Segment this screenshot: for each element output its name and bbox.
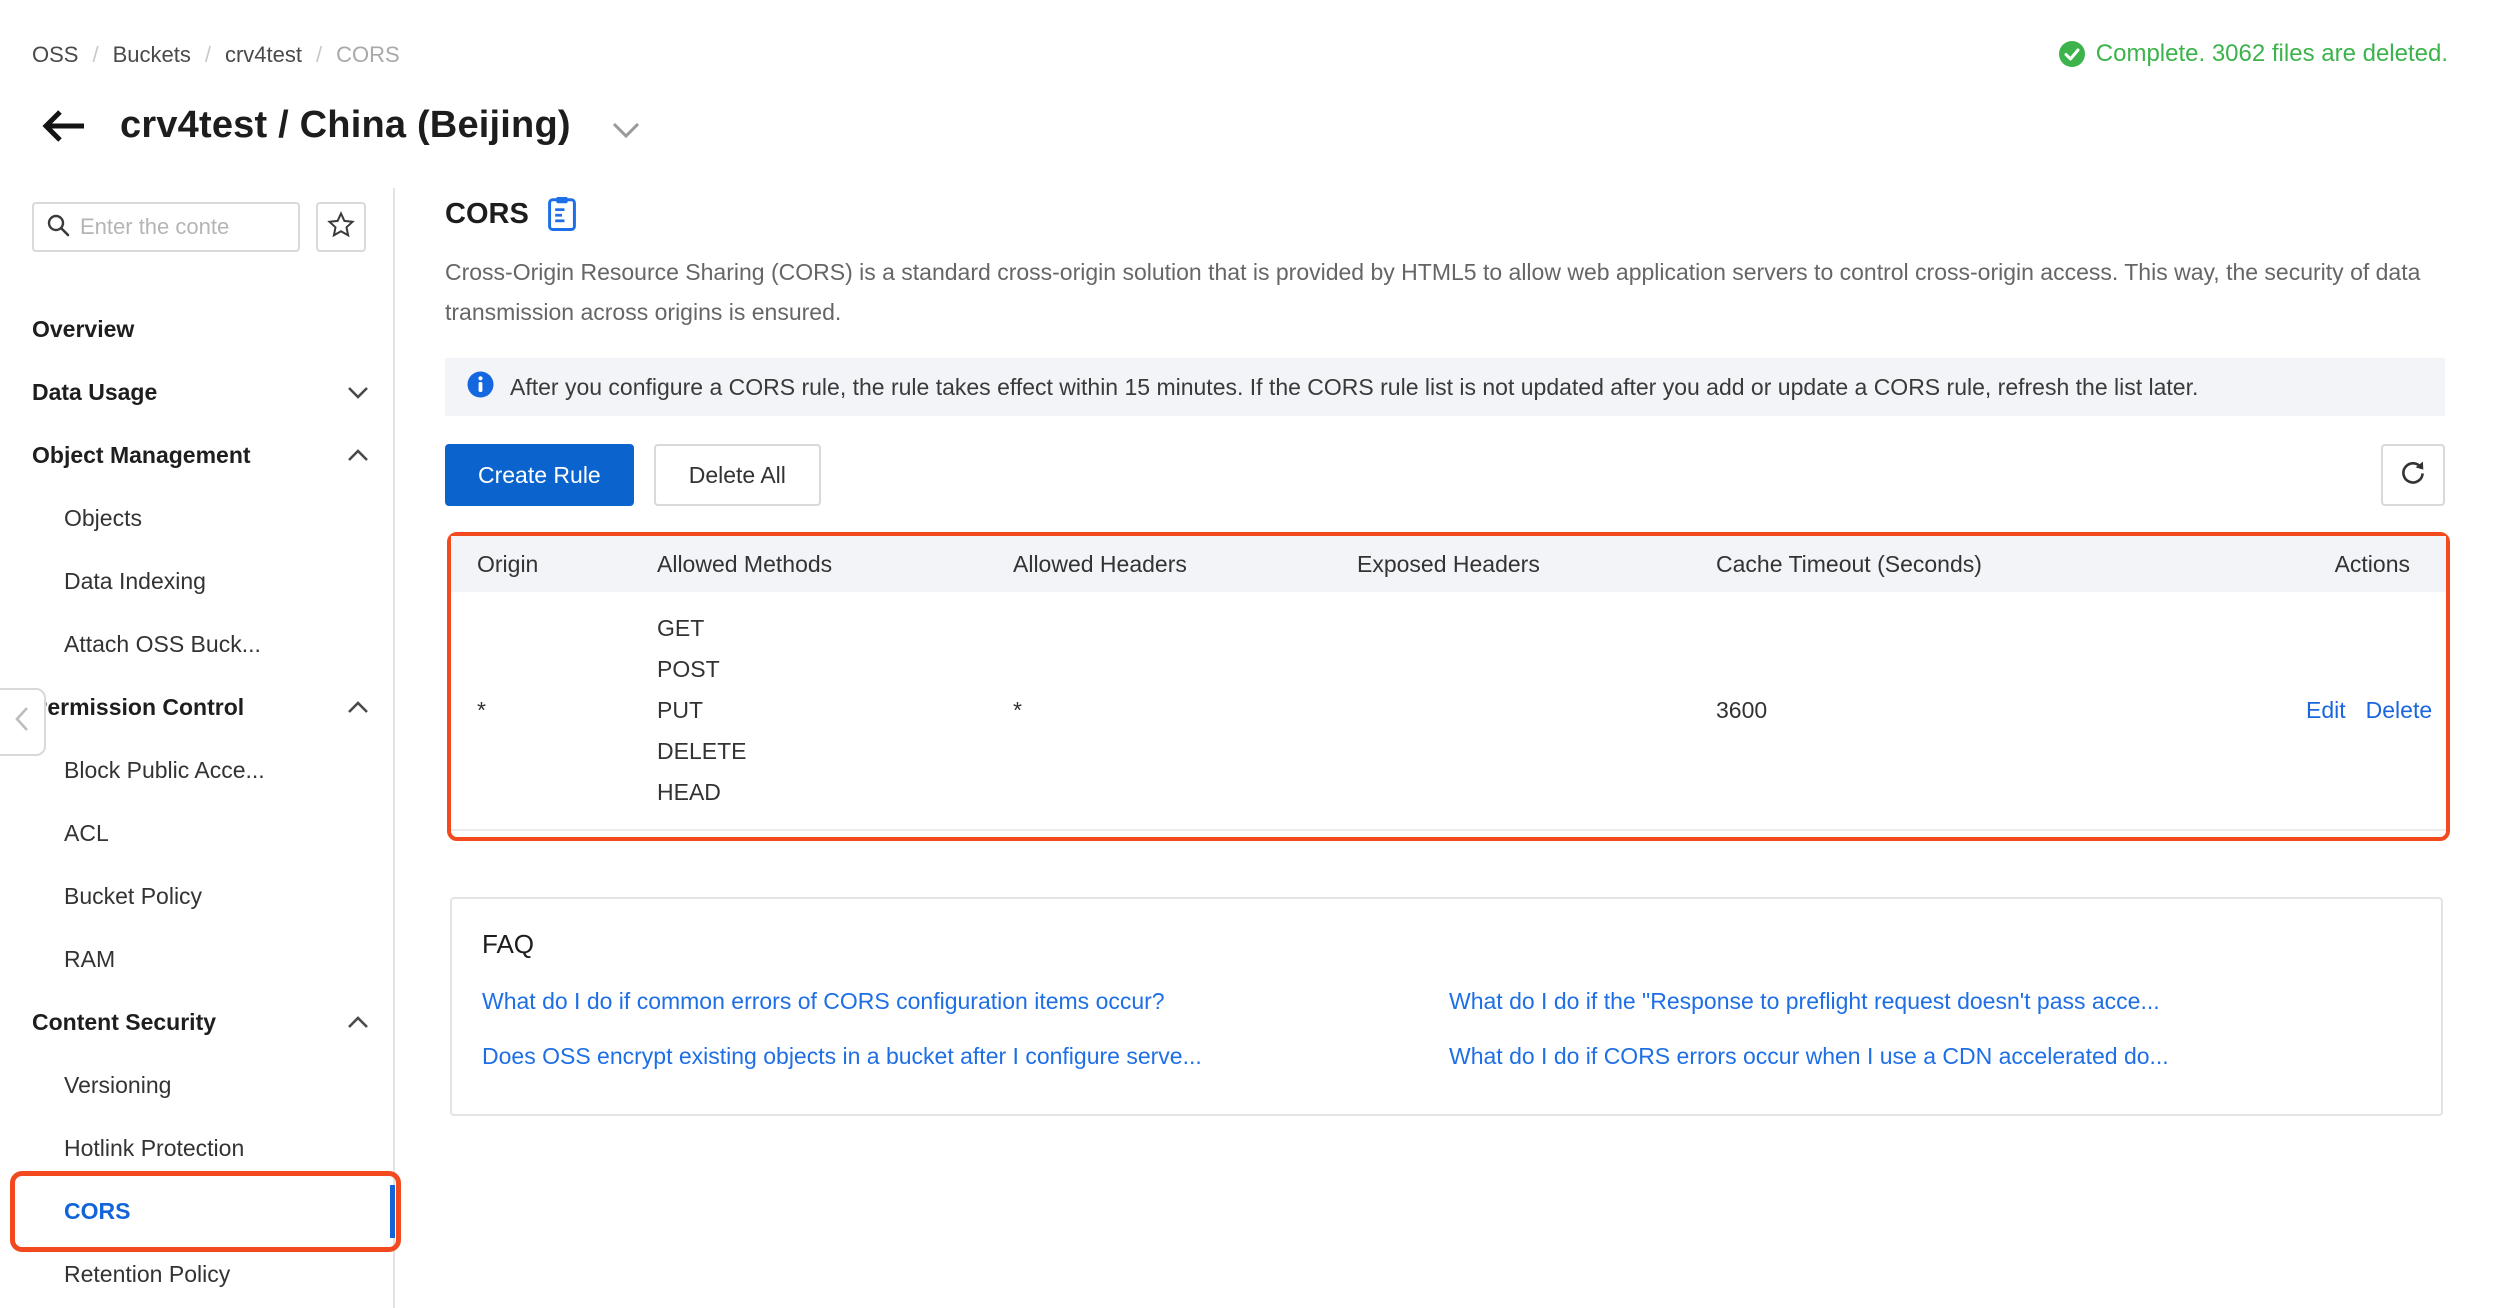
col-origin: Origin xyxy=(451,551,657,578)
sidebar-search xyxy=(32,202,300,252)
cell-allowed-headers: * xyxy=(1013,697,1357,724)
table-header-row: Origin Allowed Methods Allowed Headers E… xyxy=(451,536,2446,592)
sidebar-nav: Overview Data Usage Object Management Ob… xyxy=(0,298,393,1306)
status-toast: Complete. 3062 files are deleted. xyxy=(2058,40,2448,68)
sidebar-item-cors[interactable]: CORS xyxy=(0,1180,393,1243)
sidebar-item-retention-policy[interactable]: Retention Policy xyxy=(0,1243,393,1306)
breadcrumb: OSS / Buckets / crv4test / CORS xyxy=(32,42,400,68)
delete-all-button[interactable]: Delete All xyxy=(654,444,821,506)
faq-title: FAQ xyxy=(482,929,2411,960)
breadcrumb-separator: / xyxy=(92,42,98,68)
search-icon xyxy=(46,213,70,242)
faq-link-cors-config-errors[interactable]: What do I do if common errors of CORS co… xyxy=(482,988,1449,1015)
chevron-up-icon xyxy=(347,701,369,714)
faq-section: FAQ What do I do if common errors of COR… xyxy=(450,897,2443,1116)
col-cache-timeout: Cache Timeout (Seconds) xyxy=(1716,551,2306,578)
col-exposed-headers: Exposed Headers xyxy=(1357,551,1716,578)
cell-allowed-methods: GET POST PUT DELETE HEAD xyxy=(657,608,1013,813)
sidebar-collapse-handle[interactable] xyxy=(0,688,46,756)
breadcrumb-separator: / xyxy=(316,42,322,68)
create-rule-button[interactable]: Create Rule xyxy=(445,444,634,506)
sidebar-item-data-indexing[interactable]: Data Indexing xyxy=(0,550,393,613)
col-allowed-methods: Allowed Methods xyxy=(657,551,1013,578)
chevron-down-icon xyxy=(347,386,369,399)
cell-origin: * xyxy=(451,697,657,724)
sidebar-item-acl[interactable]: ACL xyxy=(0,802,393,865)
breadcrumb-current: CORS xyxy=(336,42,400,68)
breadcrumb-buckets[interactable]: Buckets xyxy=(113,42,191,68)
col-actions: Actions xyxy=(2306,551,2446,578)
favorites-star-button[interactable] xyxy=(316,202,366,252)
info-banner: After you configure a CORS rule, the rul… xyxy=(445,358,2445,416)
chevron-up-icon xyxy=(347,1016,369,1029)
edit-link[interactable]: Edit xyxy=(2306,697,2346,724)
faq-link-oss-encrypt-objects[interactable]: Does OSS encrypt existing objects in a b… xyxy=(482,1043,1449,1070)
sidebar-item-ram[interactable]: RAM xyxy=(0,928,393,991)
col-allowed-headers: Allowed Headers xyxy=(1013,551,1357,578)
sidebar-item-attach-oss-bucket[interactable]: Attach OSS Buck... xyxy=(0,613,393,676)
sidebar-item-object-management[interactable]: Object Management xyxy=(0,424,393,487)
chevron-down-icon[interactable] xyxy=(611,113,641,139)
refresh-icon xyxy=(2398,458,2428,493)
sidebar-item-hotlink-protection[interactable]: Hotlink Protection xyxy=(0,1117,393,1180)
cors-description: Cross-Origin Resource Sharing (CORS) is … xyxy=(445,252,2425,332)
annotation-box-cors-table: Origin Allowed Methods Allowed Headers E… xyxy=(447,532,2450,841)
breadcrumb-oss[interactable]: OSS xyxy=(32,42,78,68)
cell-cache-timeout: 3600 xyxy=(1716,697,2306,724)
info-banner-text: After you configure a CORS rule, the rul… xyxy=(510,374,2198,401)
table-row: * GET POST PUT DELETE HEAD * 3600 Edit D… xyxy=(451,592,2446,831)
breadcrumb-bucket-name[interactable]: crv4test xyxy=(225,42,302,68)
section-title: CORS xyxy=(445,198,529,231)
cors-rules-table: Origin Allowed Methods Allowed Headers E… xyxy=(451,536,2446,831)
sidebar-item-overview[interactable]: Overview xyxy=(0,298,393,361)
star-icon xyxy=(327,211,355,243)
main-content: CORS Cross-Origin Resource Sharing (CORS… xyxy=(445,196,2445,1116)
sidebar-item-objects[interactable]: Objects xyxy=(0,487,393,550)
success-check-icon xyxy=(2058,40,2086,68)
sidebar-item-block-public-access[interactable]: Block Public Acce... xyxy=(0,739,393,802)
faq-link-preflight-request[interactable]: What do I do if the "Response to preflig… xyxy=(1449,988,2411,1015)
back-arrow-icon[interactable] xyxy=(40,106,86,146)
sidebar-item-data-usage[interactable]: Data Usage xyxy=(0,361,393,424)
delete-link[interactable]: Delete xyxy=(2366,697,2432,724)
breadcrumb-separator: / xyxy=(205,42,211,68)
chevron-left-icon xyxy=(14,706,30,739)
info-icon xyxy=(467,371,494,404)
cell-actions: Edit Delete xyxy=(2306,697,2468,724)
sidebar-item-content-security[interactable]: Content Security xyxy=(0,991,393,1054)
sidebar-item-bucket-policy[interactable]: Bucket Policy xyxy=(0,865,393,928)
page-header: crv4test / China (Beijing) xyxy=(40,104,641,147)
active-indicator-bar xyxy=(390,1185,395,1238)
page-title: crv4test / China (Beijing) xyxy=(120,104,571,147)
refresh-button[interactable] xyxy=(2381,444,2445,506)
search-input[interactable] xyxy=(80,214,286,240)
sidebar-item-versioning[interactable]: Versioning xyxy=(0,1054,393,1117)
faq-link-cdn-cors-errors[interactable]: What do I do if CORS errors occur when I… xyxy=(1449,1043,2411,1070)
chevron-up-icon xyxy=(347,449,369,462)
clipboard-doc-icon[interactable] xyxy=(547,196,577,232)
sidebar: Overview Data Usage Object Management Ob… xyxy=(0,188,395,1308)
status-text: Complete. 3062 files are deleted. xyxy=(2096,40,2448,68)
sidebar-item-permission-control[interactable]: Permission Control xyxy=(0,676,393,739)
